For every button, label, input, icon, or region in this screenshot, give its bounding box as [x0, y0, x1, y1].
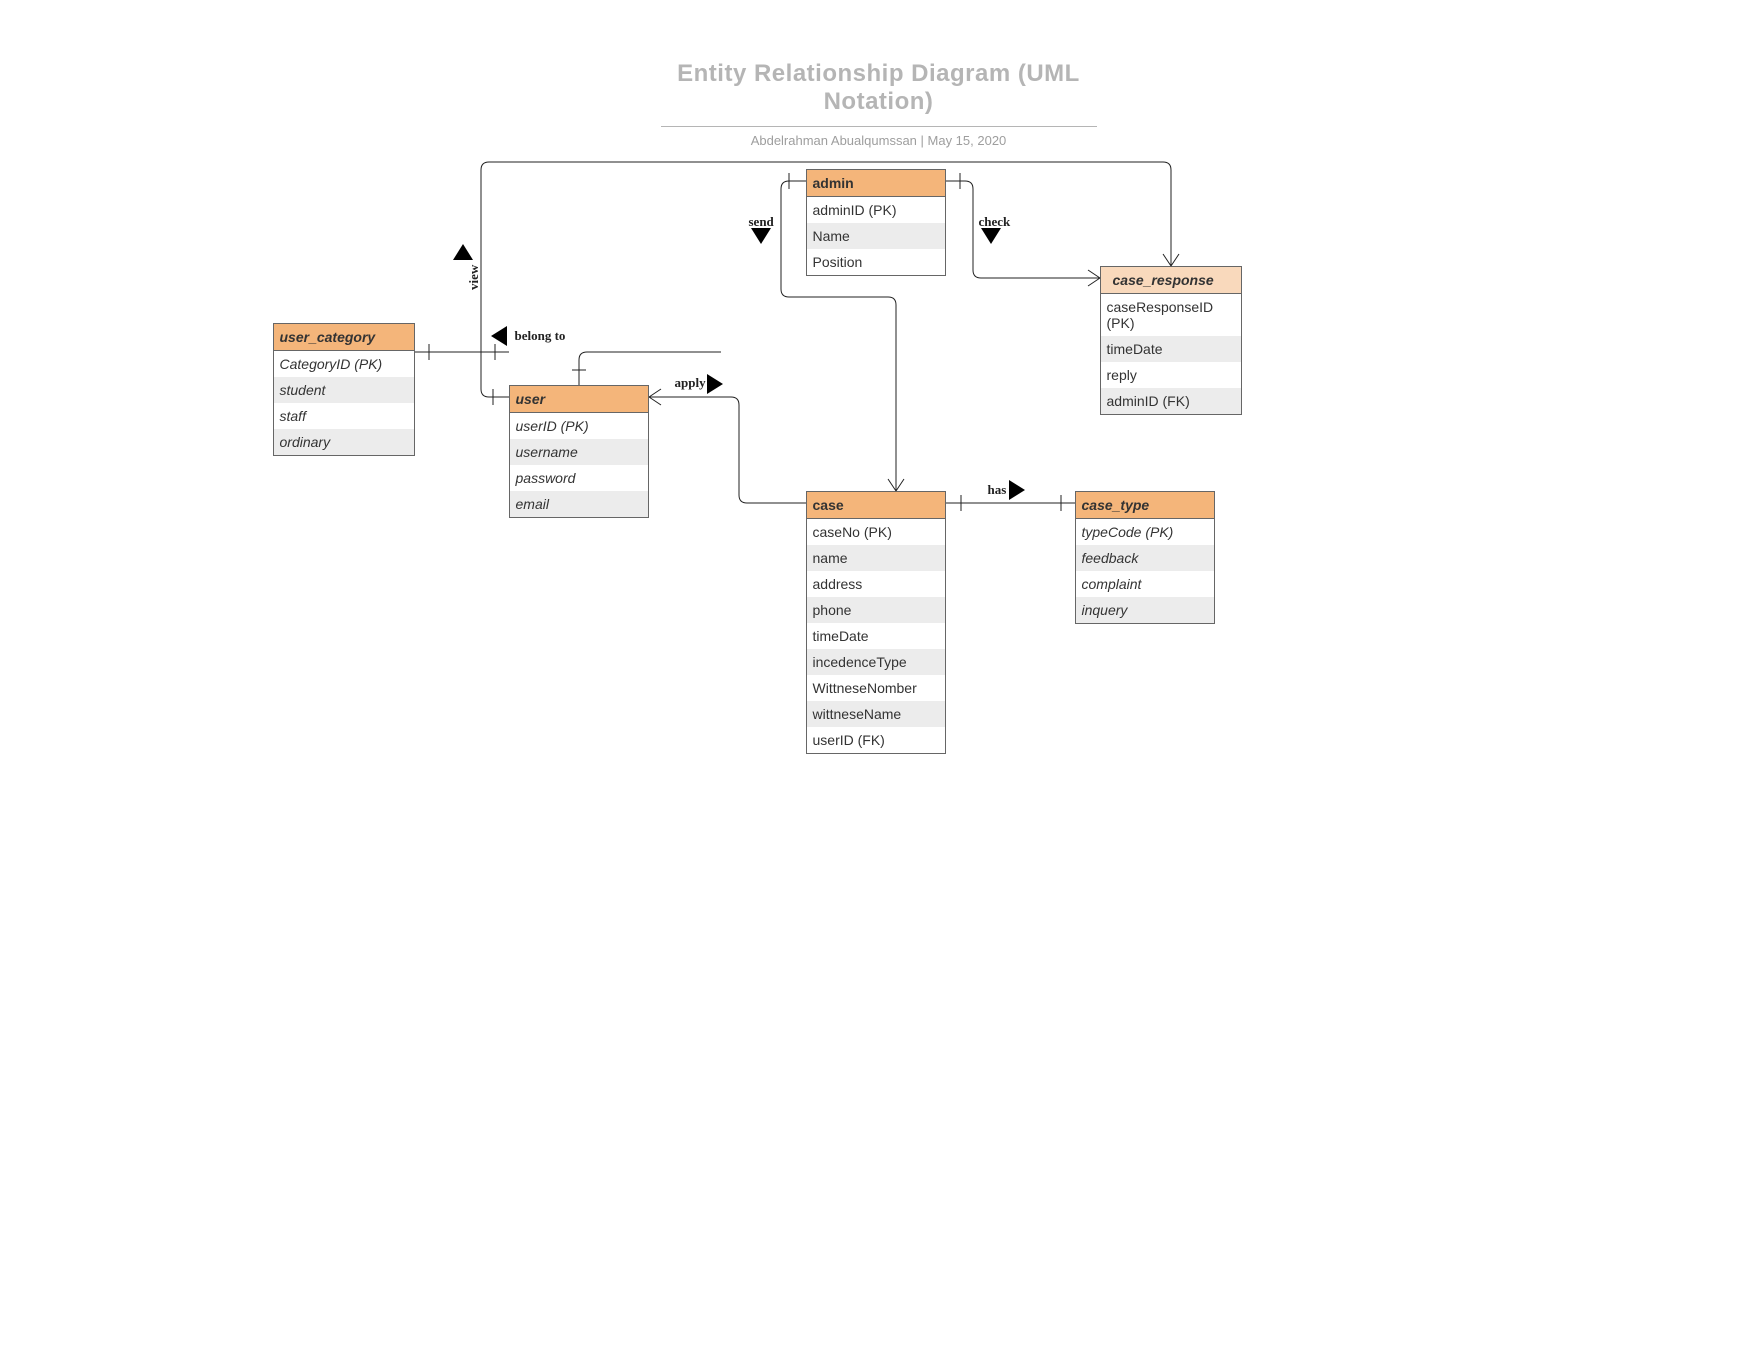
- arrow-apply-icon: [707, 374, 723, 394]
- arrow-has-icon: [1009, 480, 1025, 500]
- label-apply: apply: [675, 375, 706, 391]
- connector-layer: [261, 0, 1498, 955]
- arrow-check-icon: [981, 228, 1001, 244]
- arrow-send-icon: [751, 228, 771, 244]
- erd-canvas: Entity Relationship Diagram (UML Notatio…: [261, 0, 1498, 955]
- label-belong-to: belong to: [515, 328, 566, 344]
- arrow-belong-to-icon: [491, 326, 507, 346]
- label-has: has: [988, 482, 1007, 498]
- arrow-view-icon: [453, 244, 473, 260]
- label-view: view: [466, 265, 482, 290]
